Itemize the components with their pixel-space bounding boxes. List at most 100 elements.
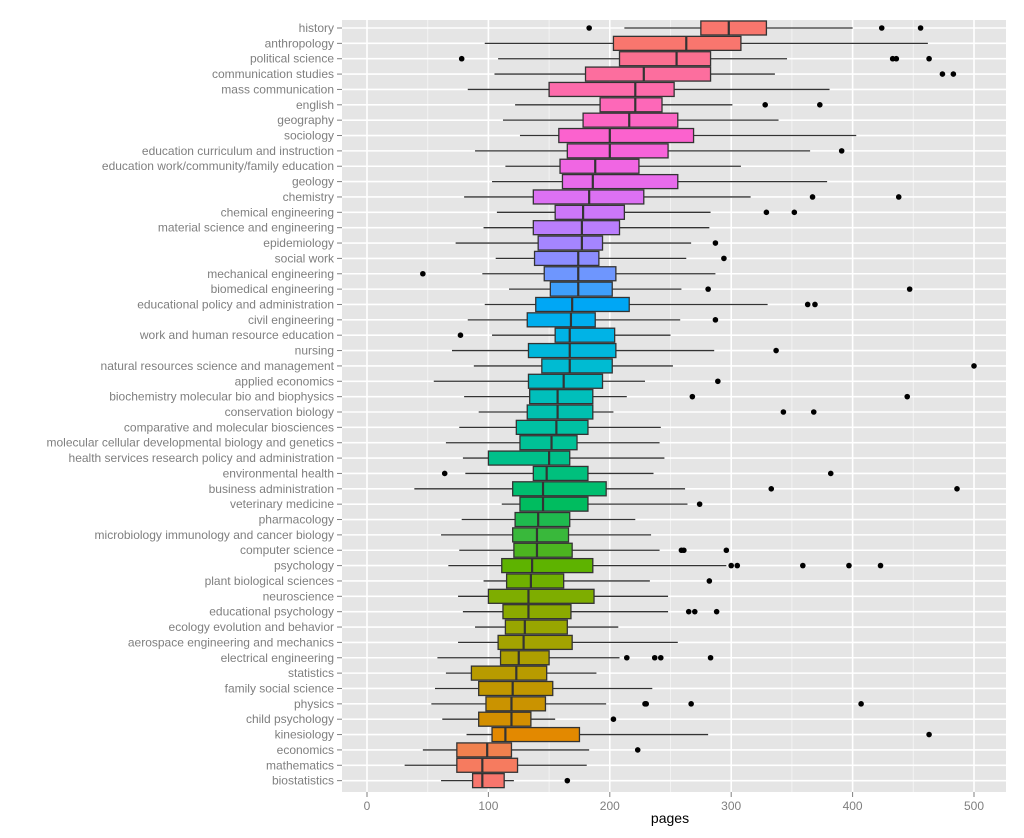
outlier-point — [564, 777, 571, 784]
outlier-point — [441, 470, 448, 477]
iqr-box — [541, 358, 613, 374]
iqr-box — [512, 481, 607, 497]
outlier-point — [623, 654, 630, 661]
y-tick-label: kinesiology — [275, 728, 334, 742]
outlier-point — [877, 562, 884, 569]
outlier-point — [688, 701, 694, 707]
iqr-box — [504, 619, 568, 635]
y-tick-label: veterinary medicine — [230, 497, 334, 511]
iqr-box — [478, 680, 554, 697]
iqr-box — [566, 143, 669, 159]
y-tick-label: civil engineering — [248, 313, 334, 327]
outlier-point — [586, 25, 592, 31]
iqr-box — [700, 20, 768, 36]
x-tick-label: 0 — [364, 799, 371, 813]
iqr-box — [512, 527, 570, 543]
outlier-point — [651, 654, 658, 661]
outlier-point — [657, 654, 664, 661]
iqr-box — [554, 204, 626, 220]
outlier-point — [634, 747, 641, 753]
y-tick-label: biostatistics — [272, 774, 334, 788]
iqr-box — [618, 51, 712, 67]
outlier-point — [685, 608, 692, 615]
y-tick-label: social work — [275, 251, 335, 265]
iqr-box — [533, 250, 600, 267]
outlier-point — [773, 347, 779, 354]
iqr-box — [526, 312, 596, 328]
outlier-point — [723, 547, 730, 554]
outlier-point — [858, 701, 864, 707]
y-tick-label: psychology — [274, 559, 334, 573]
outlier-point — [817, 102, 823, 108]
outlier-point — [939, 71, 946, 77]
y-tick-label: child psychology — [246, 712, 334, 726]
iqr-box — [537, 235, 604, 251]
iqr-box — [487, 450, 571, 466]
outlier-point — [712, 240, 719, 246]
y-tick-label: plant biological sciences — [205, 574, 334, 588]
iqr-box — [485, 696, 547, 712]
outlier-point — [689, 393, 696, 400]
iqr-box — [478, 711, 532, 727]
x-tick-label: 300 — [721, 799, 741, 813]
iqr-box — [549, 281, 613, 297]
iqr-box — [502, 604, 572, 620]
iqr-box — [456, 742, 513, 758]
y-tick-label: aerospace engineering and mechanics — [128, 635, 334, 649]
y-tick-label: anthropology — [265, 36, 334, 50]
y-tick-label: pharmacology — [259, 513, 334, 527]
y-tick-label: economics — [277, 743, 334, 757]
iqr-box — [612, 35, 742, 52]
iqr-box — [558, 127, 695, 144]
outlier-point — [721, 255, 727, 262]
iqr-box — [582, 112, 679, 128]
outlier-point — [810, 409, 817, 415]
outlier-point — [681, 547, 687, 554]
y-tick-label: political science — [250, 52, 334, 66]
y-tick-label: education work/community/family educatio… — [102, 159, 334, 173]
iqr-box — [497, 634, 573, 651]
iqr-box — [499, 650, 550, 666]
y-tick-label: molecular cellular developmental biology… — [46, 436, 334, 450]
outlier-point — [457, 332, 464, 339]
iqr-box — [532, 465, 589, 482]
iqr-box — [527, 373, 604, 389]
outlier-point — [734, 562, 741, 569]
y-tick-label: conservation biology — [225, 405, 334, 419]
iqr-box — [584, 66, 712, 82]
iqr-box — [561, 173, 679, 190]
outlier-point — [954, 486, 960, 492]
iqr-box — [505, 573, 565, 589]
iqr-box — [548, 81, 675, 98]
boxplot-chart: historyanthropology political sciencecomm… — [46, 20, 1006, 826]
y-tick-label: statistics — [288, 666, 334, 680]
outlier-point — [420, 270, 426, 277]
x-tick-label: 500 — [964, 799, 984, 813]
iqr-box — [519, 435, 578, 451]
outlier-point — [878, 25, 885, 31]
y-tick-label: comparative and molecular biosciences — [124, 420, 334, 434]
outlier-point — [926, 55, 932, 62]
outlier-point — [780, 409, 787, 415]
y-axis-labels: historyanthropology political sciencecomm… — [46, 21, 342, 788]
y-tick-label: english — [296, 98, 334, 112]
y-tick-label: mechanical engineering — [207, 267, 334, 281]
y-tick-label: geology — [292, 175, 334, 189]
iqr-box — [501, 557, 594, 574]
iqr-box — [535, 296, 630, 313]
y-tick-label: electrical engineering — [221, 651, 334, 665]
iqr-box — [513, 542, 573, 558]
y-tick-label: education curriculum and instruction — [142, 144, 334, 158]
iqr-box — [559, 158, 640, 174]
outlier-point — [791, 209, 798, 216]
y-tick-label: material science and engineering — [158, 221, 334, 235]
y-tick-label: educational psychology — [209, 605, 334, 619]
outlier-point — [895, 194, 902, 200]
outlier-point — [728, 562, 734, 569]
outlier-point — [809, 194, 816, 200]
outlier-point — [846, 562, 852, 569]
outlier-point — [971, 363, 977, 369]
x-tick-label: 200 — [600, 799, 620, 813]
x-tick-label: 400 — [843, 799, 863, 813]
y-tick-label: work and human resource education — [139, 328, 334, 342]
